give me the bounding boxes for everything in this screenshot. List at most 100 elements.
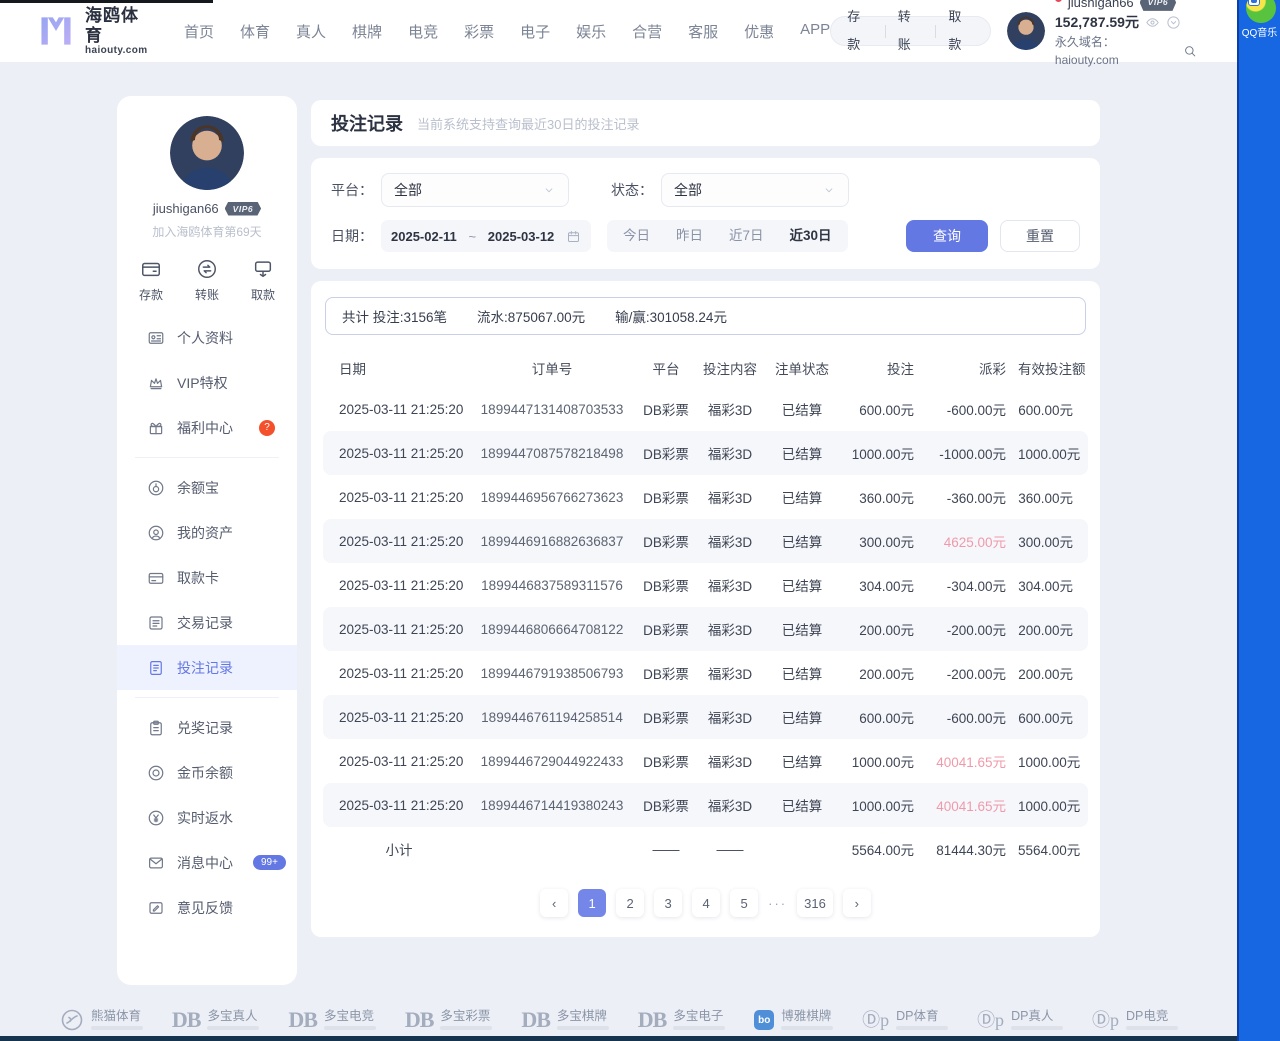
cell: DB彩票: [637, 707, 695, 727]
sidebar-item[interactable]: 余额宝: [117, 465, 297, 510]
nav-item[interactable]: 电子: [520, 21, 550, 42]
quick-range-button[interactable]: 昨日: [663, 220, 716, 252]
nav-item[interactable]: 棋牌: [352, 21, 382, 42]
avatar[interactable]: [1007, 12, 1045, 50]
nav-item[interactable]: 电竞: [408, 21, 438, 42]
table-row: 2025-03-11 21:25:201899446761194258514DB…: [323, 695, 1088, 739]
pagination-next[interactable]: ›: [843, 889, 871, 917]
cell: 304.00元: [1013, 575, 1080, 595]
cell: DB彩票: [637, 663, 695, 683]
page-title-card: 投注记录 当前系统支持查询最近30日的投注记录: [311, 100, 1100, 146]
username: jiushigan66: [1068, 0, 1134, 12]
rebate-icon: [147, 809, 165, 827]
db-logo-icon: DB: [288, 1009, 317, 1031]
panda-logo-icon: [60, 1008, 84, 1032]
cell: 1899446837589311576: [467, 578, 637, 593]
column-header: 平台: [637, 358, 695, 378]
cell: 300.00元: [839, 531, 921, 551]
quick-action-button[interactable]: 取款: [936, 3, 986, 59]
partner-subtext-bar: [207, 1026, 259, 1030]
partner-text: 多宝真人: [207, 1010, 259, 1030]
pagination-page[interactable]: 1: [578, 889, 606, 917]
sidebar-item[interactable]: VIP特权: [117, 360, 297, 405]
sidebar-avatar[interactable]: [170, 116, 244, 190]
sidebar-item[interactable]: 实时返水: [117, 795, 297, 840]
cell: 福彩3D: [695, 443, 765, 463]
pagination-prev[interactable]: ‹: [540, 889, 568, 917]
quick-action-button[interactable]: 转账: [886, 3, 936, 59]
sidebar-item[interactable]: 意见反馈: [117, 885, 297, 930]
cell: 300.00元: [1013, 531, 1080, 551]
cell: 304.00元: [839, 575, 921, 595]
pagination-page[interactable]: 3: [654, 889, 682, 917]
pagination-page[interactable]: 2: [616, 889, 644, 917]
subtotal-row: 小计————5564.00元81444.30元5564.00元: [323, 827, 1088, 871]
cell: DB彩票: [637, 443, 695, 463]
db-logo-icon: DB: [638, 1009, 667, 1031]
sidebar-item-label: 取款卡: [177, 568, 219, 588]
qq-music-icon[interactable]: [1246, 0, 1276, 23]
partner-logo: DB多宝电竞: [288, 1009, 376, 1031]
pagination-page[interactable]: 316: [797, 889, 833, 917]
filter-card: 平台： 全部 状态： 全部 日期： 2025-02-11: [311, 158, 1100, 269]
partner-text: 多宝电子: [673, 1010, 725, 1030]
pagination-page[interactable]: 4: [692, 889, 720, 917]
platform-select[interactable]: 全部: [381, 173, 569, 207]
sidebar-item[interactable]: 取款卡: [117, 555, 297, 600]
nav-item[interactable]: 彩票: [464, 21, 494, 42]
quick-range-button[interactable]: 今日: [610, 220, 663, 252]
sidebar-item[interactable]: 兑奖记录: [117, 705, 297, 750]
cell: 2025-03-11 21:25:20: [331, 622, 467, 637]
sidebar-item[interactable]: 福利中心?: [117, 405, 297, 450]
quick-range-button[interactable]: 近30日: [777, 220, 845, 252]
nav-item[interactable]: 客服: [688, 21, 718, 42]
sidebar-item[interactable]: 个人资料: [117, 315, 297, 360]
cell: -304.00元: [921, 575, 1013, 595]
nav-item[interactable]: 娱乐: [576, 21, 606, 42]
collapse-circle-icon[interactable]: [1166, 15, 1181, 30]
browser-page: 海鸥体育 haiouty.com 首页 体育 真人 棋牌 电竞 彩票 电子 娱乐 合营 客服 优惠 A…: [0, 0, 1237, 1041]
cell: 1899446791938506793: [467, 666, 637, 681]
nav-item[interactable]: APP: [800, 21, 830, 42]
date-range-input[interactable]: 2025-02-11 ~ 2025-03-12: [381, 220, 591, 252]
table-row: 2025-03-11 21:25:201899446956766273623DB…: [323, 475, 1088, 519]
sidebar-item-label: 兑奖记录: [177, 718, 233, 738]
sidebar-item[interactable]: 投注记录: [117, 645, 297, 690]
nav-item[interactable]: 优惠: [744, 21, 774, 42]
nav-item[interactable]: 真人: [296, 21, 326, 42]
status-select[interactable]: 全部: [661, 173, 849, 207]
platform-filter-label: 平台：: [331, 180, 373, 200]
partner-subtext-bar: [557, 1026, 609, 1030]
search-button[interactable]: 查询: [906, 220, 988, 252]
reset-button[interactable]: 重置: [1000, 220, 1080, 252]
sidebar-quick-withdraw[interactable]: 取款: [251, 258, 275, 303]
partner-logo: ⒹpDP真人: [977, 1010, 1063, 1030]
cell: -600.00元: [921, 399, 1013, 419]
sidebar-item[interactable]: 交易记录: [117, 600, 297, 645]
nav-item[interactable]: 体育: [240, 21, 270, 42]
sidebar-quick-wallet[interactable]: 存款: [139, 258, 163, 303]
pagination-page[interactable]: 5: [730, 889, 758, 917]
brand-logo[interactable]: 海鸥体育 haiouty.com: [36, 6, 156, 56]
column-header: 投注内容: [695, 358, 765, 378]
eye-icon[interactable]: [1145, 15, 1160, 30]
page-title: 投注记录: [331, 110, 403, 136]
quick-action-button[interactable]: 存款: [835, 3, 885, 59]
cell: -1000.00元: [921, 443, 1013, 463]
sidebar-item[interactable]: 我的资产: [117, 510, 297, 555]
sidebar-quick-transfer[interactable]: 转账: [195, 258, 219, 303]
nav-item[interactable]: 合营: [632, 21, 662, 42]
partner-logo: DB多宝棋牌: [521, 1009, 609, 1031]
nav-item[interactable]: 首页: [184, 21, 214, 42]
subtotal-cell: 小计: [331, 839, 467, 859]
search-icon[interactable]: [1183, 44, 1197, 58]
sidebar-item[interactable]: 金币余额: [117, 750, 297, 795]
sidebar-item-label: 投注记录: [177, 658, 233, 678]
cell: 福彩3D: [695, 707, 765, 727]
cell: 2025-03-11 21:25:20: [331, 402, 467, 417]
cell: 福彩3D: [695, 795, 765, 815]
sidebar-item[interactable]: 消息中心99+: [117, 840, 297, 885]
cell: 1899446714419380243: [467, 798, 637, 813]
partner-text: 多宝彩票: [440, 1010, 492, 1030]
quick-range-button[interactable]: 近7日: [716, 220, 777, 252]
